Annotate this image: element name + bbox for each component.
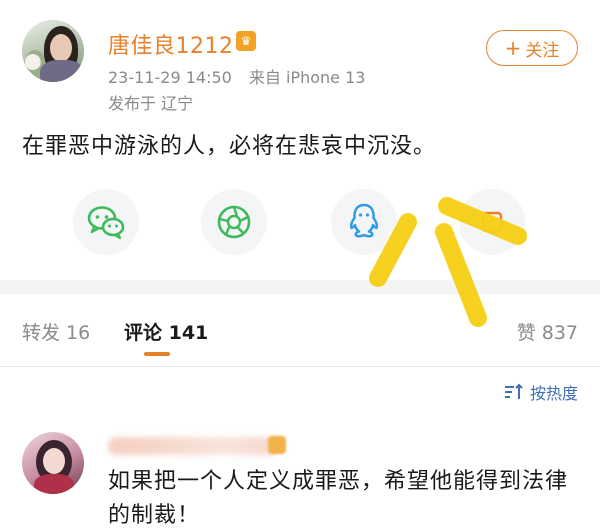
share-qq-button[interactable] bbox=[331, 189, 397, 255]
wechat-icon bbox=[87, 206, 125, 240]
commenter-badge-icon bbox=[268, 436, 286, 454]
qq-icon bbox=[349, 203, 379, 238]
tab-bar-divider bbox=[0, 366, 600, 367]
author-name[interactable]: 唐佳良1212 bbox=[108, 28, 234, 60]
sort-icon bbox=[504, 383, 523, 399]
tab-repost[interactable]: 转发 16 bbox=[22, 318, 90, 345]
share-wechat-button[interactable] bbox=[73, 189, 139, 255]
plus-icon: + bbox=[504, 36, 522, 60]
vip-badge-icon: ♛ bbox=[236, 31, 256, 51]
author-avatar[interactable] bbox=[22, 20, 84, 82]
commenter-name-redacted bbox=[108, 437, 280, 455]
post-source: 来自 iPhone 13 bbox=[248, 68, 366, 87]
commenter-avatar[interactable] bbox=[22, 432, 84, 494]
share-more-button[interactable] bbox=[459, 189, 525, 255]
comment-body: 如果把一个人定义成罪恶，希望他能得到法律的制裁！ bbox=[108, 469, 569, 528]
sort-by-hot-button[interactable]: 按热度 bbox=[504, 380, 578, 404]
tab-comment[interactable]: 评论 141 bbox=[124, 318, 208, 345]
post-meta: 23-11-29 14:50 来自 iPhone 13 bbox=[108, 64, 365, 88]
share-moments-button[interactable] bbox=[201, 189, 267, 255]
follow-label: 关注 bbox=[525, 40, 560, 61]
more-share-icon bbox=[481, 211, 503, 233]
active-tab-indicator bbox=[144, 352, 170, 356]
post-time: 23-11-29 14:50 bbox=[108, 68, 232, 87]
post-location: 发布于 辽宁 bbox=[108, 94, 194, 113]
tab-like[interactable]: 赞 837 bbox=[517, 318, 578, 345]
post-body: 在罪恶中游泳的人，必将在悲哀中沉没。 bbox=[22, 134, 437, 159]
weibo-post-screen: 唐佳良1212 ♛ 23-11-29 14:50 来自 iPhone 13 发布… bbox=[0, 0, 600, 530]
moments-icon bbox=[217, 205, 251, 239]
sort-label: 按热度 bbox=[529, 384, 578, 403]
follow-button[interactable]: + 关注 bbox=[486, 30, 578, 66]
section-divider bbox=[0, 280, 600, 294]
